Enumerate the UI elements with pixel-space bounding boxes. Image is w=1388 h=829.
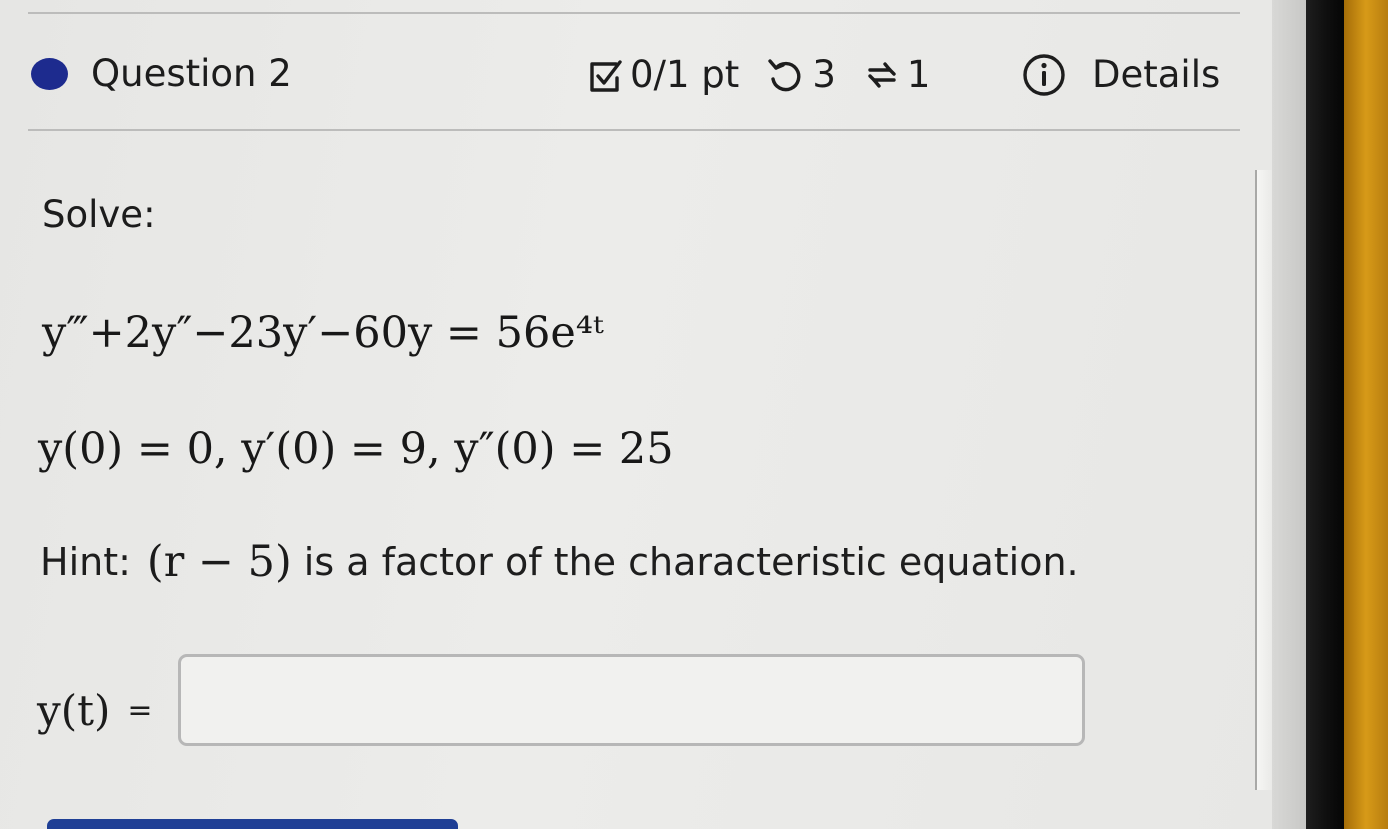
status-dot-icon (31, 58, 68, 90)
device-bezel-gray (1272, 0, 1306, 829)
answer-label: y(t) = (37, 687, 153, 735)
solve-label: Solve: (42, 193, 156, 236)
top-divider (28, 12, 1240, 14)
hint-factor: (r − 5) (146, 537, 292, 587)
repeat-icon (863, 55, 901, 95)
question-title: Question 2 (91, 52, 292, 95)
submit-button-edge[interactable] (47, 819, 458, 829)
header-divider (28, 129, 1240, 131)
score-text: 0/1 pt (630, 53, 740, 96)
attempts-count: 3 (812, 53, 836, 96)
initial-conditions: y(0) = 0, y′(0) = 9, y″(0) = 25 (38, 424, 674, 474)
device-bezel-black (1306, 0, 1344, 829)
screen: Question 2 0/1 pt 3 1 Details Solve: y‴+… (0, 0, 1388, 829)
hint: Hint: (r − 5) is a factor of the charact… (40, 538, 1079, 586)
answer-function-label: y(t) (37, 686, 111, 735)
hint-text: is a factor of the characteristic equati… (303, 540, 1079, 584)
repeats-count: 1 (906, 53, 931, 96)
retry-icon (766, 55, 806, 95)
info-icon[interactable] (1022, 53, 1066, 97)
hint-label: Hint: (40, 540, 131, 584)
answer-equals-sign: = (127, 693, 153, 728)
details-label[interactable]: Details (1092, 53, 1220, 97)
answer-input[interactable] (178, 654, 1085, 746)
device-case-gold (1344, 0, 1388, 829)
details-button[interactable]: Details (1022, 51, 1220, 99)
question-panel: Question 2 0/1 pt 3 1 Details Solve: y‴+… (0, 0, 1272, 829)
differential-equation: y‴+2y″−23y′−60y = 56e⁴ᵗ (42, 308, 604, 358)
checkbox-icon (587, 55, 623, 95)
question-meta: 0/1 pt 3 1 (587, 52, 930, 98)
